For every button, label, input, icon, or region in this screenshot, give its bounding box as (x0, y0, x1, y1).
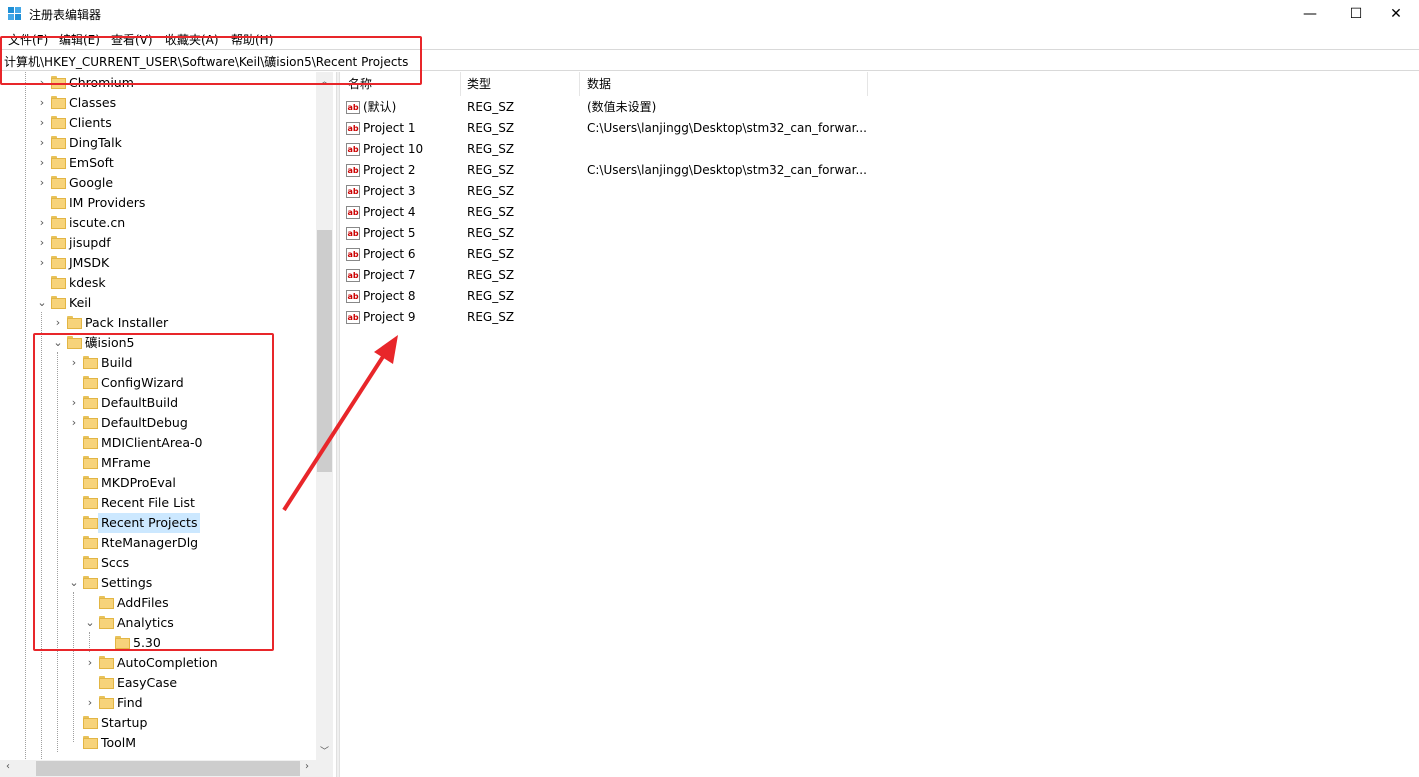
annotation-arrow (282, 335, 398, 512)
annotation-arrow-head (374, 335, 398, 364)
annotation-arrow-shaft (282, 350, 388, 512)
